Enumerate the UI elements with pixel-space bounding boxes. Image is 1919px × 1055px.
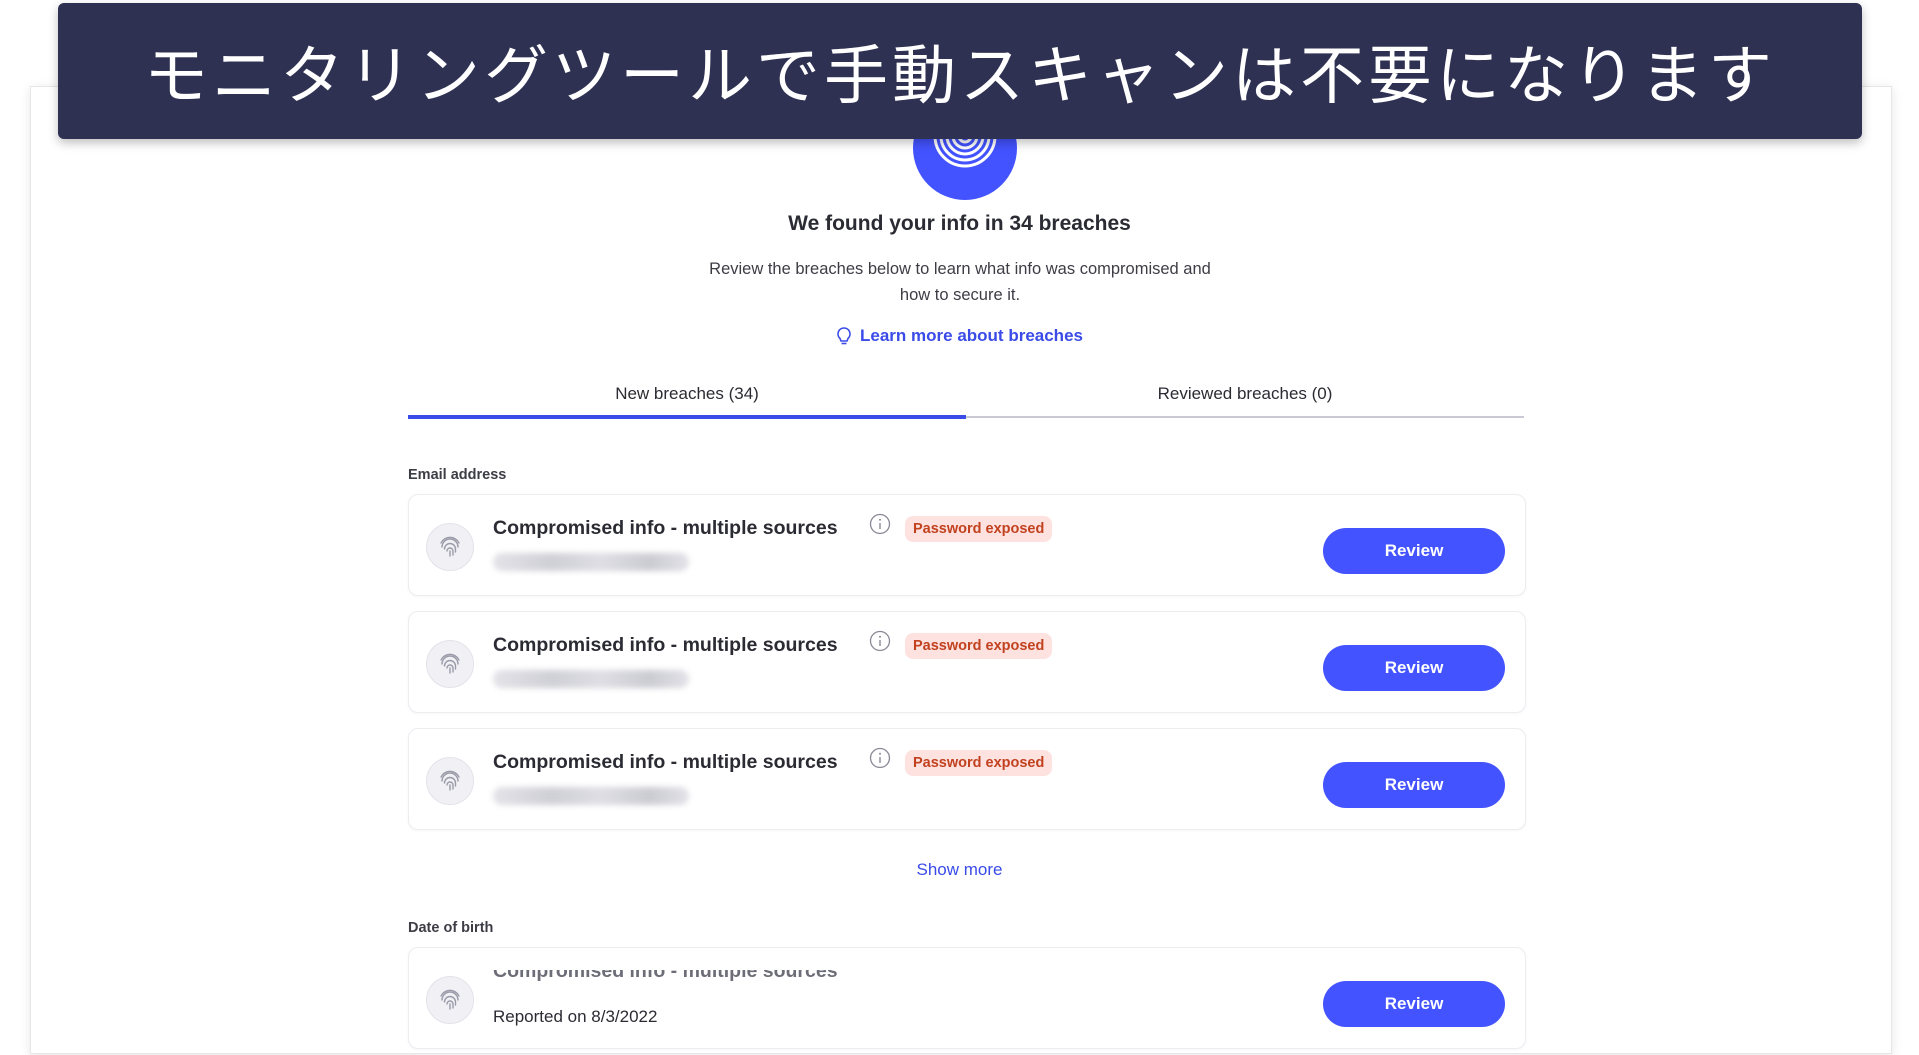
- fingerprint-icon: [426, 757, 474, 805]
- breach-title: Compromised info - multiple sources: [493, 634, 838, 656]
- show-more-link[interactable]: Show more: [0, 860, 1919, 880]
- section-label-dob: Date of birth: [408, 920, 494, 936]
- breach-card: Compromised info - multiple sources Pass…: [408, 611, 1526, 713]
- section-label-email: Email address: [408, 467, 507, 483]
- breach-title: Compromised info - multiple sources: [493, 970, 838, 988]
- fingerprint-icon: [426, 523, 474, 571]
- breach-card: Compromised info - multiple sources Repo…: [408, 947, 1526, 1049]
- review-button[interactable]: Review: [1323, 528, 1505, 574]
- status-badge: Password exposed: [905, 516, 1053, 542]
- info-icon[interactable]: [869, 513, 891, 535]
- tab-new-breaches[interactable]: New breaches (34): [408, 378, 966, 419]
- page-description: Review the breaches below to learn what …: [709, 260, 1211, 304]
- review-button[interactable]: Review: [1323, 645, 1505, 691]
- redacted-date: [493, 787, 689, 805]
- breach-title: Compromised info - multiple sources: [493, 517, 838, 539]
- learn-more-link[interactable]: Learn more about breaches: [0, 326, 1919, 346]
- breach-card: Compromised info - multiple sources Pass…: [408, 494, 1526, 596]
- page-title: We found your info in 34 breaches: [788, 212, 1131, 235]
- breach-card: Compromised info - multiple sources Pass…: [408, 728, 1526, 830]
- breach-title-text: Compromised info - multiple sources: [493, 970, 838, 982]
- breach-tabs: New breaches (34) Reviewed breaches (0): [408, 378, 1524, 419]
- caption-banner: モニタリングツールで手動スキャンは不要になります: [58, 3, 1862, 139]
- review-button[interactable]: Review: [1323, 762, 1505, 808]
- info-icon[interactable]: [869, 747, 891, 769]
- caption-text: モニタリングツールで手動スキャンは不要になります: [144, 40, 1776, 114]
- redacted-date: [493, 670, 689, 688]
- reported-date: Reported on 8/3/2022: [493, 1007, 658, 1026]
- redacted-date: [493, 553, 689, 571]
- review-button[interactable]: Review: [1323, 981, 1505, 1027]
- fingerprint-icon: [426, 976, 474, 1024]
- lightbulb-icon: [836, 326, 852, 346]
- fingerprint-icon: [426, 640, 474, 688]
- learn-more-label: Learn more about breaches: [860, 326, 1083, 345]
- breach-title: Compromised info - multiple sources: [493, 751, 838, 773]
- status-badge: Password exposed: [905, 750, 1053, 776]
- info-icon[interactable]: [869, 630, 891, 652]
- tab-reviewed-breaches[interactable]: Reviewed breaches (0): [966, 378, 1524, 416]
- status-badge: Password exposed: [905, 633, 1053, 659]
